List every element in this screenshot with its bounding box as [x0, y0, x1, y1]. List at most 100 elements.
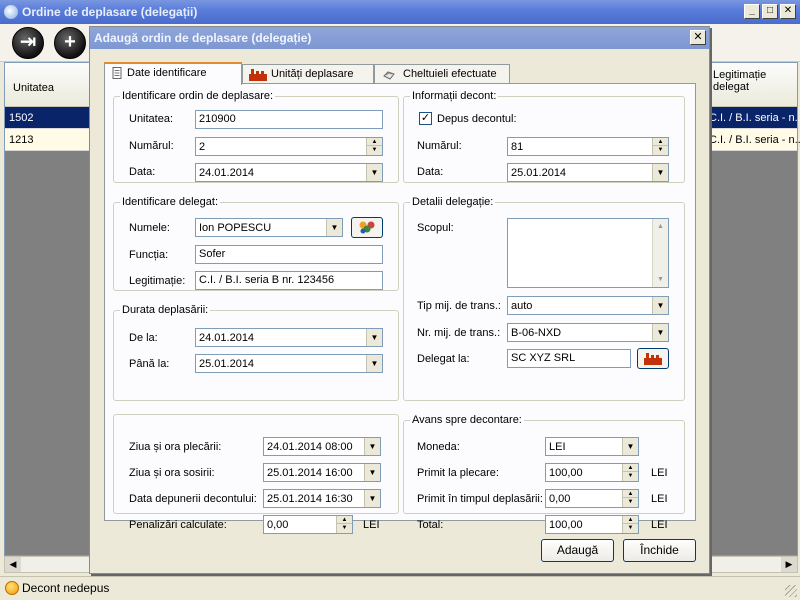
scroll-right-arrow-icon[interactable]: ▶	[781, 557, 797, 572]
settlement-date-value: 25.01.2014	[511, 167, 567, 179]
resize-grip-icon[interactable]	[785, 585, 797, 597]
to-date-label: Până la:	[129, 358, 170, 370]
chevron-down-icon[interactable]: ▼	[364, 464, 380, 481]
arrival-datetime-picker[interactable]: 25.01.2014 16:00 ▼	[263, 463, 381, 482]
scroll-left-arrow-icon[interactable]: ◀	[5, 557, 21, 572]
from-date-picker[interactable]: 24.01.2014 ▼	[195, 328, 383, 347]
to-date-picker[interactable]: 25.01.2014 ▼	[195, 354, 383, 373]
chevron-down-icon[interactable]: ▼	[652, 164, 668, 181]
group-legend: Informații decont:	[412, 90, 497, 102]
spin-buttons: ▲ ▼	[652, 138, 668, 155]
spin-up-icon[interactable]: ▲	[367, 138, 382, 146]
total-stepper[interactable]: 100,00 ▲ ▼	[545, 515, 639, 534]
chevron-down-icon[interactable]: ▼	[364, 490, 380, 507]
spin-down-icon[interactable]: ▼	[653, 146, 668, 154]
received-departure-unit: LEI	[651, 467, 668, 479]
spin-up-icon[interactable]: ▲	[337, 516, 352, 524]
trip-duration-group: Durata deplasării:	[113, 304, 399, 401]
chevron-down-icon[interactable]: ▼	[366, 355, 382, 372]
delegate-function-label: Funcția:	[129, 249, 169, 261]
transport-number-value: B-06-NXD	[511, 327, 562, 339]
tab-unitati-deplasare[interactable]: Unități deplasare	[242, 64, 374, 84]
cell-unit: 1213	[9, 134, 34, 146]
spin-down-icon[interactable]: ▼	[623, 524, 638, 532]
transport-type-select[interactable]: auto ▼	[507, 296, 669, 315]
tab-label: Unități deplasare	[271, 68, 354, 80]
chevron-down-icon[interactable]: ▼	[326, 219, 342, 236]
received-departure-label: Primit la plecare:	[417, 467, 499, 479]
tab-panel-date-identificare: Identificare ordin de deplasare: Unitate…	[104, 83, 696, 534]
penalties-unit: LEI	[363, 519, 380, 531]
select-unit-button[interactable]	[637, 348, 669, 369]
transport-number-select[interactable]: B-06-NXD ▼	[507, 323, 669, 342]
spin-down-icon[interactable]: ▼	[623, 472, 638, 480]
penalties-label: Penalizări calculate:	[129, 519, 227, 531]
exit-icon: ⇥	[19, 31, 37, 53]
penalties-value: 0,00	[267, 519, 289, 531]
tab-cheltuieli-efectuate[interactable]: Cheltuieli efectuate	[374, 64, 510, 84]
status-text: Decont nedepus	[22, 581, 110, 595]
close-window-button[interactable]: ✕	[780, 4, 796, 19]
received-during-stepper[interactable]: 0,00 ▲ ▼	[545, 489, 639, 508]
total-label: Total:	[417, 519, 444, 531]
settlement-submitted-checkbox[interactable]: ✓	[419, 112, 432, 125]
currency-value: LEI	[549, 441, 566, 453]
chevron-down-icon[interactable]: ▼	[652, 324, 668, 341]
received-during-label: Primit în timpul deplasării:	[417, 493, 543, 505]
chevron-down-icon[interactable]: ▼	[622, 438, 638, 455]
group-legend: Avans spre decontare:	[412, 414, 522, 426]
transport-type-label: Tip mij. de trans.:	[417, 300, 501, 312]
currency-select[interactable]: LEI ▼	[545, 437, 639, 456]
column-header-id-document[interactable]: Legitimație delegat	[709, 63, 799, 107]
factory-icon	[644, 353, 662, 365]
scroll-down-arrow-icon[interactable]: ▼	[653, 272, 668, 287]
spin-down-icon[interactable]: ▼	[337, 524, 352, 532]
unit-field[interactable]: 210900	[195, 110, 383, 129]
purpose-textarea[interactable]: ▲ ▼	[507, 218, 669, 288]
spin-up-icon[interactable]: ▲	[623, 516, 638, 524]
submission-datetime-picker[interactable]: 25.01.2014 16:30 ▼	[263, 489, 381, 508]
maximize-button[interactable]: □	[762, 4, 778, 19]
unit-label: Unitatea:	[129, 113, 174, 125]
delegated-to-field[interactable]: SC XYZ SRL	[507, 349, 631, 368]
spin-buttons: ▲ ▼	[622, 516, 638, 533]
received-departure-stepper[interactable]: 100,00 ▲ ▼	[545, 463, 639, 482]
minimize-button[interactable]: _	[744, 4, 760, 19]
chevron-down-icon[interactable]: ▼	[366, 329, 382, 346]
order-number-stepper[interactable]: 2 ▲ ▼	[195, 137, 383, 156]
delegate-function-field[interactable]: Sofer	[195, 245, 383, 264]
departure-value: 24.01.2014 08:00	[267, 441, 353, 453]
dialog-close-button[interactable]: ✕	[690, 30, 706, 45]
settlement-number-stepper[interactable]: 81 ▲ ▼	[507, 137, 669, 156]
spin-up-icon[interactable]: ▲	[623, 464, 638, 472]
spin-up-icon[interactable]: ▲	[623, 490, 638, 498]
spin-down-icon[interactable]: ▼	[623, 498, 638, 506]
close-dialog-button[interactable]: Închide	[623, 539, 696, 562]
group-legend: Identificare delegat:	[122, 196, 219, 208]
delegate-id-field[interactable]: C.I. / B.I. seria B nr. 123456	[195, 271, 383, 290]
spin-down-icon[interactable]: ▼	[367, 146, 382, 154]
spin-buttons: ▲ ▼	[622, 490, 638, 507]
from-date-value: 24.01.2014	[199, 332, 255, 344]
order-number-label: Numărul:	[129, 140, 174, 152]
settlement-date-picker[interactable]: 25.01.2014 ▼	[507, 163, 669, 182]
vertical-scrollbar[interactable]: ▲ ▼	[652, 219, 668, 287]
submission-value: 25.01.2014 16:30	[267, 493, 353, 505]
exit-button[interactable]: ⇥	[12, 27, 44, 59]
chevron-down-icon[interactable]: ▼	[364, 438, 380, 455]
chevron-down-icon[interactable]: ▼	[652, 297, 668, 314]
penalties-stepper[interactable]: 0,00 ▲ ▼	[263, 515, 353, 534]
delegate-name-select[interactable]: Ion POPESCU ▼	[195, 218, 343, 237]
departure-datetime-picker[interactable]: 24.01.2014 08:00 ▼	[263, 437, 381, 456]
select-delegate-button[interactable]	[351, 217, 383, 238]
scroll-up-arrow-icon[interactable]: ▲	[653, 219, 668, 234]
document-icon	[112, 67, 122, 79]
spin-up-icon[interactable]: ▲	[653, 138, 668, 146]
add-submit-button[interactable]: Adaugă	[541, 539, 614, 562]
tab-date-identificare[interactable]: Date identificare	[104, 62, 242, 85]
group-legend: Durata deplasării:	[122, 304, 209, 316]
spin-buttons: ▲ ▼	[622, 464, 638, 481]
order-date-picker[interactable]: 24.01.2014 ▼	[195, 163, 383, 182]
add-button[interactable]: +	[54, 27, 86, 59]
chevron-down-icon[interactable]: ▼	[366, 164, 382, 181]
